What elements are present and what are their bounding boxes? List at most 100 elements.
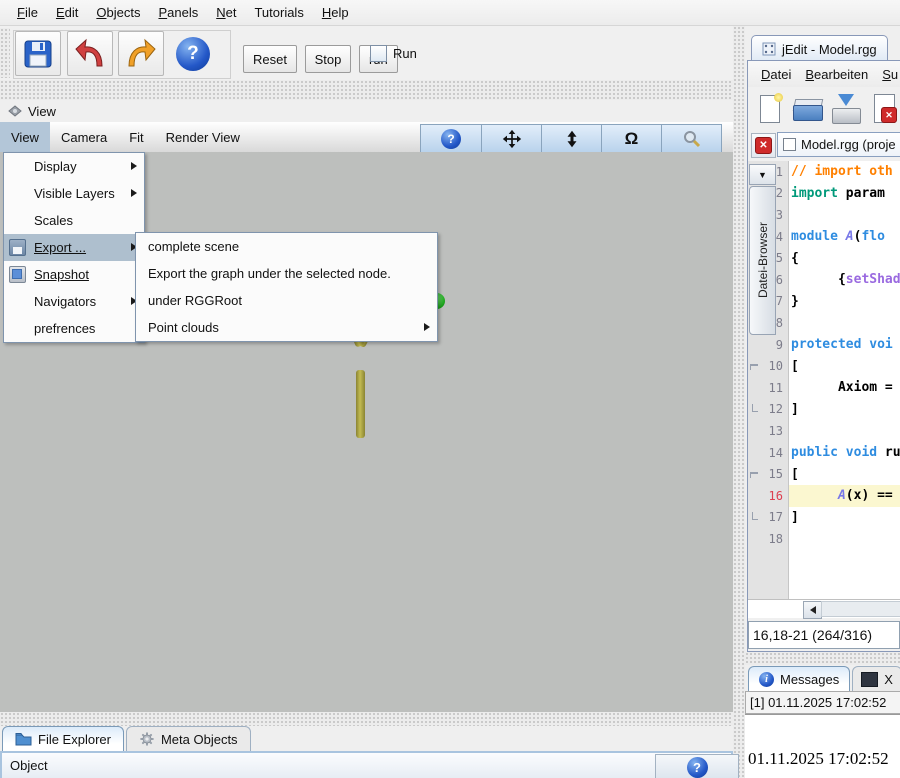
menubar-item[interactable]: Help xyxy=(313,2,358,23)
tab-messages[interactable]: i Messages xyxy=(748,666,850,691)
view-menubar-item[interactable]: Render View xyxy=(155,122,251,152)
open-file-button[interactable] xyxy=(790,91,824,127)
file-explorer-help-button[interactable]: ? xyxy=(655,754,739,778)
view-help-button[interactable]: ? xyxy=(421,125,481,152)
code-line[interactable]: 11 Axiom = xyxy=(748,377,900,399)
code-text: } xyxy=(788,294,799,309)
fold-marker[interactable] xyxy=(748,377,760,399)
line-number: 10 xyxy=(760,359,788,373)
panel-separator[interactable] xyxy=(745,652,900,665)
code-line[interactable]: 12 ] xyxy=(748,399,900,421)
fold-marker[interactable] xyxy=(748,442,760,464)
up-down-arrow-icon xyxy=(563,129,581,149)
undo-button[interactable] xyxy=(67,31,113,76)
fold-marker[interactable] xyxy=(748,420,760,442)
code-line[interactable]: 9 protected voi xyxy=(748,334,900,356)
fold-marker[interactable] xyxy=(748,334,760,356)
menu-item[interactable]: Display xyxy=(4,153,144,180)
message-entry-text: [1] 01.11.2025 17:02:52 xyxy=(750,695,886,710)
menu-item-label: prefrences xyxy=(34,321,95,336)
submenu-item[interactable]: complete scene xyxy=(136,233,437,260)
view-menubar-item[interactable]: Camera xyxy=(50,122,118,152)
tab-file-explorer[interactable]: File Explorer xyxy=(2,726,124,751)
menubar-item[interactable]: Panels xyxy=(149,2,207,23)
view-menubar-item[interactable]: View xyxy=(0,122,50,152)
buffer-tab-label: Model.rgg (proje xyxy=(801,137,896,152)
submenu-item[interactable]: Export the graph under the selected node… xyxy=(136,260,437,287)
buffer-tab[interactable]: Model.rgg (proje xyxy=(777,132,900,157)
menu-item[interactable]: Visible Layers xyxy=(4,180,144,207)
submenu-item[interactable]: under RGGRoot xyxy=(136,287,437,314)
submenu-item[interactable]: Point clouds xyxy=(136,314,437,341)
save-file-button[interactable] xyxy=(828,91,862,127)
info-icon: i xyxy=(759,672,774,687)
scroll-left-button[interactable] xyxy=(803,601,822,619)
jedit-menubar-item[interactable]: Datei xyxy=(754,64,798,85)
code-line[interactable]: 16 A(x) == xyxy=(748,485,900,507)
datei-browser-tab[interactable]: Datei-Browser xyxy=(749,186,776,335)
menubar-item[interactable]: File xyxy=(8,2,47,23)
window-icon xyxy=(762,42,776,56)
fold-marker[interactable] xyxy=(748,355,760,377)
tab-meta-objects[interactable]: Meta Objects xyxy=(126,726,251,751)
fold-marker[interactable] xyxy=(748,463,760,485)
scrollbar-track[interactable] xyxy=(821,601,900,617)
menubar-item-mnemonic: S xyxy=(882,67,891,82)
fold-marker[interactable] xyxy=(748,528,760,550)
jedit-menubar: DateiBearbeitenSu xyxy=(748,61,900,87)
menu-item[interactable]: Snapshot xyxy=(4,261,144,288)
code-line[interactable]: 17 ] xyxy=(748,507,900,529)
run-checkbox[interactable] xyxy=(370,45,387,62)
toolbar-buttons: ? xyxy=(15,31,218,76)
reset-button[interactable]: Reset xyxy=(243,45,297,73)
horizontal-scrollbar[interactable] xyxy=(748,599,900,618)
help-button[interactable]: ? xyxy=(170,31,216,76)
magnify-button[interactable] xyxy=(661,125,721,152)
fold-marker[interactable] xyxy=(748,399,760,421)
buffer-close-button[interactable]: ✕ xyxy=(751,133,776,158)
toolbar-grip[interactable] xyxy=(0,28,10,78)
jedit-menubar-item[interactable]: Bearbeiten xyxy=(798,64,875,85)
code-line[interactable]: 14 public void ru xyxy=(748,442,900,464)
close-icon: ✕ xyxy=(755,137,772,154)
tree-trunk xyxy=(356,370,365,438)
menu-item[interactable]: Export ... xyxy=(4,234,144,261)
panel-separator-vertical[interactable] xyxy=(733,26,745,778)
view-menubar-item[interactable]: Fit xyxy=(118,122,154,152)
code-line[interactable]: 10 [ xyxy=(748,355,900,377)
pan-button[interactable] xyxy=(481,125,541,152)
menubar-item[interactable]: Objects xyxy=(87,2,149,23)
menu-item[interactable]: Scales xyxy=(4,207,144,234)
buffer-switcher-button[interactable]: ▼ xyxy=(749,164,776,185)
redo-button[interactable] xyxy=(118,31,164,76)
code-text: // import oth xyxy=(788,164,893,179)
fold-marker[interactable] xyxy=(748,485,760,507)
messages-output-line: 01.11.2025 17:02:52 xyxy=(748,749,889,769)
menubar-item[interactable]: Net xyxy=(207,2,245,23)
new-file-button[interactable] xyxy=(752,91,786,127)
fold-marker[interactable] xyxy=(748,507,760,529)
menu-item[interactable]: Navigators xyxy=(4,288,144,315)
menubar-item-label: u xyxy=(891,67,898,82)
panel-separator[interactable] xyxy=(0,712,733,726)
code-text: {setShad xyxy=(788,272,900,287)
save-button[interactable] xyxy=(15,31,61,76)
menubar-item[interactable]: Tutorials xyxy=(245,2,312,23)
magnifier-icon xyxy=(682,129,702,149)
tab-xl-console[interactable]: X xyxy=(852,666,900,691)
menubar-item[interactable]: Edit xyxy=(47,2,87,23)
jedit-menubar-item[interactable]: Su xyxy=(875,64,900,85)
code-line[interactable]: 13 xyxy=(748,420,900,442)
view-icon-toolbar: ? Ω xyxy=(420,124,722,153)
rotate-button[interactable]: Ω xyxy=(601,125,661,152)
menu-item[interactable]: prefrences xyxy=(4,315,144,342)
zoom-updown-button[interactable] xyxy=(541,125,601,152)
stop-button[interactable]: Stop xyxy=(305,45,352,73)
jedit-window-tab[interactable]: jEdit - Model.rgg xyxy=(751,35,888,62)
code-line[interactable]: 18 xyxy=(748,528,900,550)
buffer-checkbox[interactable] xyxy=(783,138,796,151)
close-file-button[interactable]: ✕ xyxy=(866,91,900,127)
panel-separator[interactable] xyxy=(0,80,733,100)
message-entry-bar[interactable]: [1] 01.11.2025 17:02:52 xyxy=(745,691,900,714)
code-line[interactable]: 15 [ xyxy=(748,463,900,485)
